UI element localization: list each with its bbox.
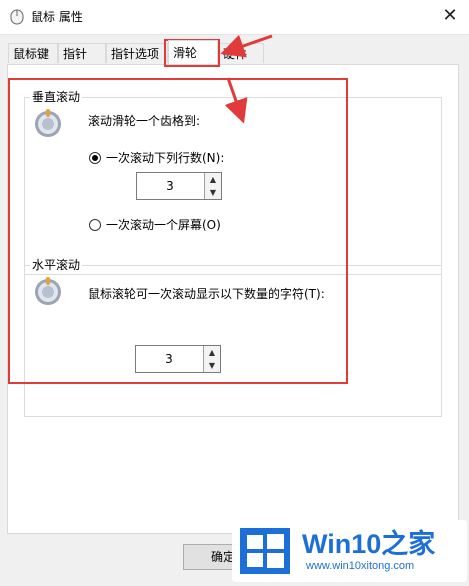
vertical-scroll-group	[24, 97, 442, 275]
spin-down-arrow-icon[interactable]: ▼	[203, 359, 220, 372]
radio-lines-label[interactable]: 一次滚动下列行数(N):	[106, 150, 224, 166]
tab-pointers[interactable]: 指针	[58, 43, 106, 63]
chars-spinner[interactable]: 3 ▲ ▼	[135, 345, 221, 373]
radio-screen-label[interactable]: 一次滚动一个屏幕(O)	[106, 217, 221, 233]
window-title: 鼠标 属性	[31, 10, 83, 24]
chars-value[interactable]: 3	[136, 346, 202, 372]
wheel-icon	[35, 277, 61, 305]
tab-wheel[interactable]: 滑轮	[168, 40, 218, 64]
spin-up-arrow-icon[interactable]: ▲	[203, 346, 220, 360]
vertical-description: 滚动滑轮一个齿格到:	[88, 114, 201, 128]
close-button[interactable]: ✕	[435, 2, 465, 30]
wheel-icon	[35, 109, 61, 137]
radio-screen[interactable]	[89, 219, 101, 231]
tab-pointer-options[interactable]: 指针选项	[106, 43, 168, 63]
title-bar: 鼠标 属性 ✕	[0, 0, 469, 35]
tab-hardware[interactable]: 硬件	[218, 43, 264, 63]
mouse-icon	[10, 9, 24, 25]
tab-content-panel: 垂直滚动 滚动滑轮一个齿格到: 一次滚动下列行数(N): 3 ▲ ▼ 一次滚动一…	[7, 64, 459, 534]
spin-up-arrow-icon[interactable]: ▲	[204, 173, 221, 187]
horizontal-scroll-title: 水平滚动	[30, 258, 83, 272]
spin-down-arrow-icon[interactable]: ▼	[204, 186, 221, 199]
lines-spinner[interactable]: 3 ▲ ▼	[136, 172, 222, 200]
radio-lines[interactable]	[89, 152, 101, 164]
close-icon: ✕	[442, 5, 458, 26]
vertical-scroll-title: 垂直滚动	[30, 90, 83, 104]
lines-value[interactable]: 3	[137, 173, 203, 199]
watermark-brand: Win10之家	[302, 529, 436, 559]
windows-logo-icon	[240, 528, 290, 574]
watermark-url: www.win10xitong.com	[306, 560, 415, 572]
tab-strip: 鼠标键 指针 指针选项 滑轮 硬件	[8, 40, 458, 65]
watermark: Win10之家 www.win10xitong.com	[232, 520, 467, 582]
tab-buttons[interactable]: 鼠标键	[8, 43, 58, 63]
horizontal-description: 鼠标滚轮可一次滚动显示以下数量的字符(T):	[88, 287, 325, 301]
